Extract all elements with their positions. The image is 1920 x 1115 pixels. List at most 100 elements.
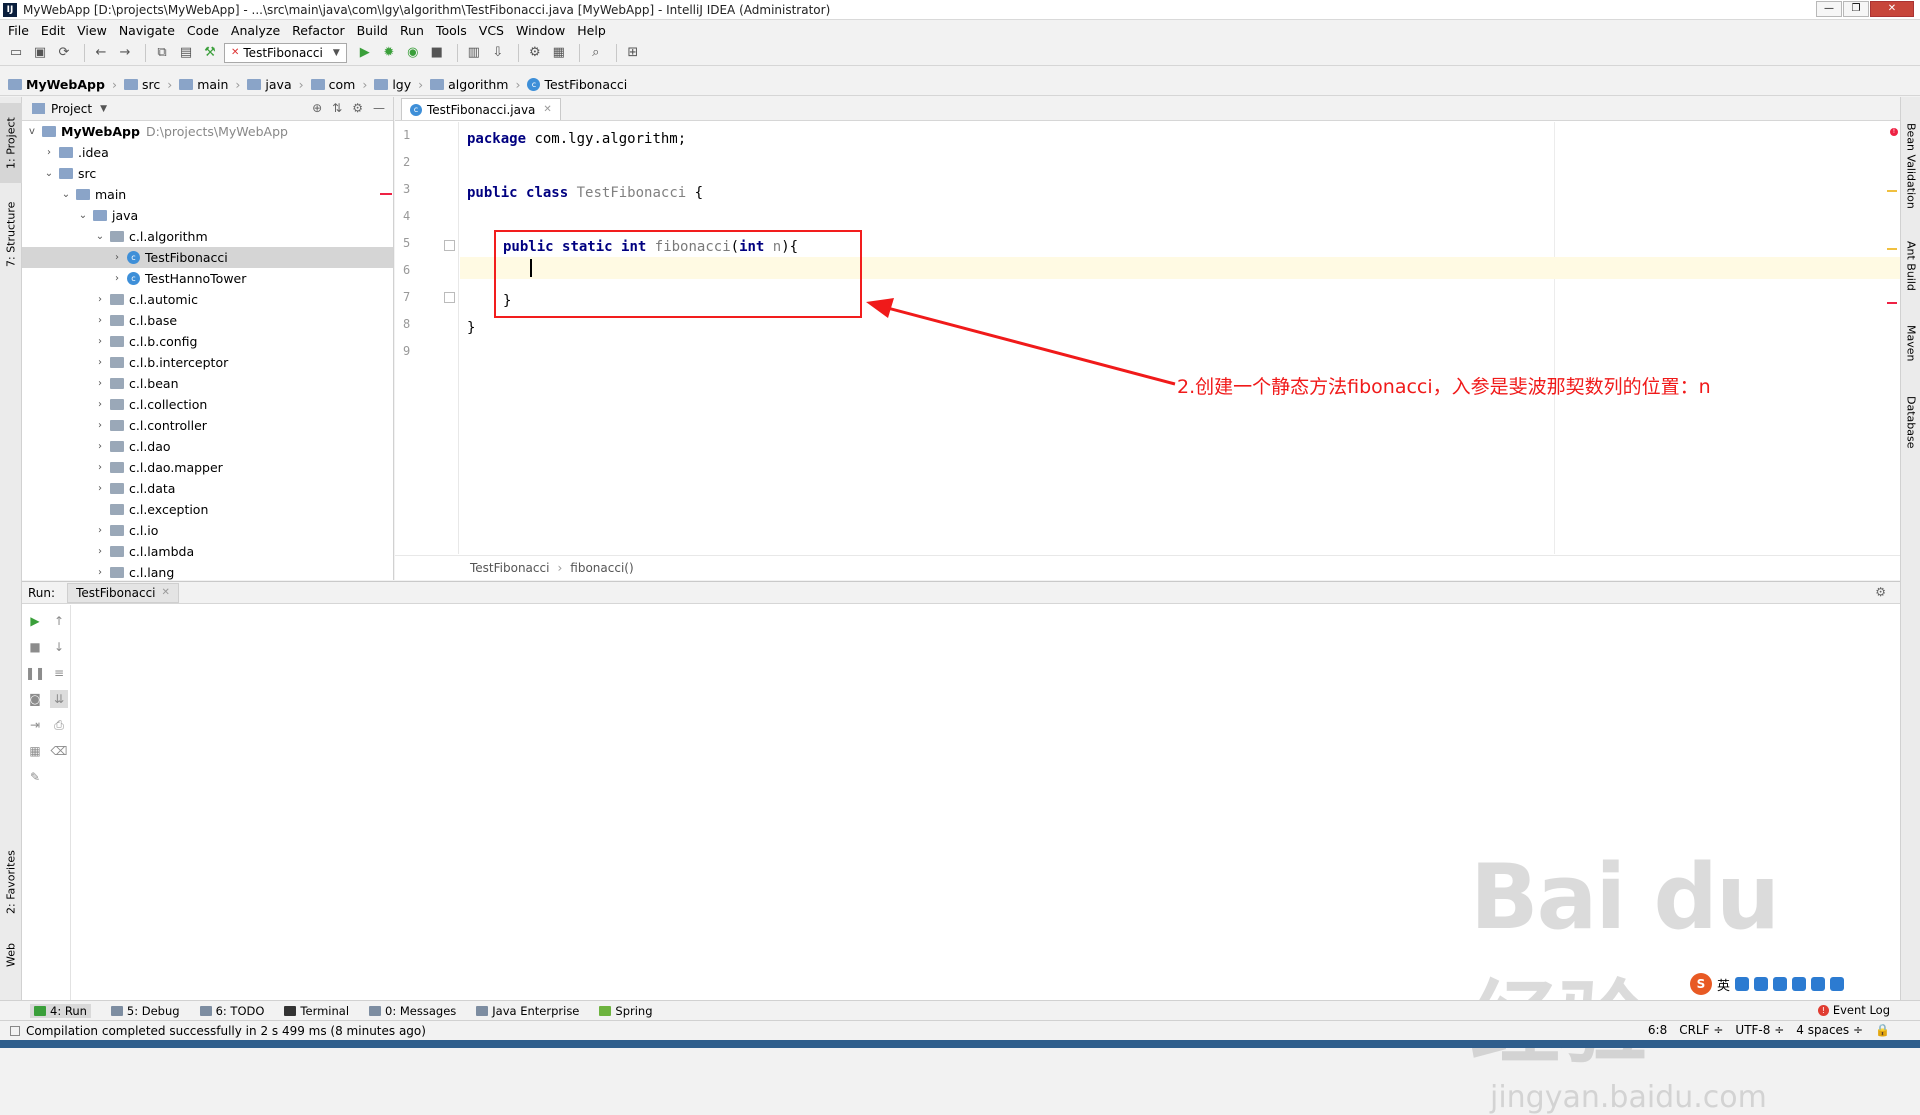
tree-item[interactable]: › c TestHannoTower [22,268,393,289]
error-indicator-icon[interactable]: ! [1890,128,1898,136]
collapsed-chevron-icon[interactable]: › [94,315,106,326]
menu-window[interactable]: Window [516,23,565,38]
pin-icon[interactable]: ✎ [26,768,44,786]
ime-mode-label[interactable]: 英 [1717,975,1730,994]
tree-item[interactable]: › c.l.automic [22,289,393,310]
expanded-chevron-icon[interactable]: ⌄ [60,189,72,200]
expanded-chevron-icon[interactable]: ⌄ [43,168,55,179]
tree-item[interactable]: ⌄ main [22,184,393,205]
run-coverage-icon[interactable]: ◉ [403,43,423,63]
trash-icon[interactable]: ⌫ [50,742,68,760]
line-separator[interactable]: CRLF ÷ [1679,1023,1723,1037]
tree-root[interactable]: v MyWebApp D:\projects\MyWebApp [22,121,393,142]
collapsed-chevron-icon[interactable]: › [94,420,106,431]
search-icon[interactable]: ⌕ [586,43,606,63]
error-stripe-mark[interactable] [1887,302,1897,304]
tab-spring[interactable]: Spring [599,1004,653,1018]
collapsed-chevron-icon[interactable]: › [94,525,106,536]
indent-setting[interactable]: 4 spaces ÷ [1796,1023,1863,1037]
lock-icon[interactable]: 🔒 [1875,1023,1890,1037]
save-all-icon[interactable]: ▣ [30,43,50,63]
scroll-to-end-icon[interactable]: ⇊ [50,690,68,708]
tab-terminal[interactable]: Terminal [284,1004,349,1018]
locate-file-icon[interactable]: ⊕ [312,101,322,115]
tree-item[interactable]: › c.l.dao [22,436,393,457]
expanded-chevron-icon[interactable]: ⌄ [94,231,106,242]
menu-build[interactable]: Build [357,23,388,38]
tree-item[interactable]: › c TestFibonacci [22,247,393,268]
close-tab-icon[interactable]: ✕ [162,587,170,598]
expand-icon[interactable]: v [26,126,38,137]
collapsed-chevron-icon[interactable]: › [111,252,123,263]
project-structure-icon[interactable]: ▥ [464,43,484,63]
maximize-button[interactable]: ❐ [1843,1,1869,17]
tab-messages[interactable]: 0: Messages [369,1004,456,1018]
tree-item[interactable]: ⌄ java [22,205,393,226]
fold-marker-icon[interactable] [444,292,455,303]
tree-item[interactable]: › c.l.controller [22,415,393,436]
breadcrumb-item[interactable]: › com [292,77,356,92]
menu-file[interactable]: File [8,23,29,38]
dump-threads-icon[interactable]: ◙ [26,690,44,708]
deploy-icon[interactable]: ⇩ [488,43,508,63]
exit-icon[interactable]: ⇥ [26,716,44,734]
collapsed-chevron-icon[interactable]: › [94,441,106,452]
hide-panel-icon[interactable]: — [373,101,385,115]
collapsed-chevron-icon[interactable]: › [94,336,106,347]
up-arrow-icon[interactable]: ↑ [50,612,68,630]
caret-position[interactable]: 6:8 [1648,1023,1667,1037]
tab-run[interactable]: 4: Run [30,1003,91,1018]
build-hammer-icon[interactable]: ⚒ [200,43,220,63]
menu-run[interactable]: Run [400,23,424,38]
tab-database[interactable]: Database [1901,387,1920,457]
gear-icon[interactable]: ⚙ [352,101,363,115]
collapsed-chevron-icon[interactable]: › [94,567,106,578]
run-tab-testfibonacci[interactable]: TestFibonacci ✕ [67,582,179,603]
warning-stripe-mark[interactable] [1887,190,1897,192]
keyboard-icon[interactable] [1792,977,1807,991]
tree-item[interactable]: c.l.exception [22,499,393,520]
gear-icon[interactable]: ⚙ [1875,585,1886,599]
stop-icon[interactable]: ■ [26,638,44,656]
punctuation-icon[interactable] [1735,977,1750,991]
run-configuration-select[interactable]: ✕ TestFibonacci ▼ [224,42,347,63]
vcs-icon[interactable]: ⊞ [623,43,643,63]
sogou-logo-icon[interactable]: S [1690,973,1712,995]
tree-item[interactable]: › c.l.b.interceptor [22,352,393,373]
tree-item[interactable]: › c.l.bean [22,373,393,394]
soft-wrap-icon[interactable]: ≡ [50,664,68,682]
menu-navigate[interactable]: Navigate [119,23,175,38]
tab-ant-build[interactable]: Ant Build [1901,231,1920,301]
project-panel-title[interactable]: Project [51,102,92,116]
back-icon[interactable]: ← [91,43,111,63]
tree-item[interactable]: ⌄ c.l.algorithm [22,226,393,247]
file-encoding[interactable]: UTF-8 ÷ [1735,1023,1784,1037]
close-window-button[interactable]: ✕ [1870,1,1914,17]
collapsed-chevron-icon[interactable]: › [94,546,106,557]
menu-vcs[interactable]: VCS [479,23,504,38]
tree-item[interactable]: › c.l.lambda [22,541,393,562]
compare-icon[interactable]: ▤ [176,43,196,63]
tree-item[interactable]: ⌄ src [22,163,393,184]
voice-icon[interactable] [1773,977,1788,991]
collapsed-chevron-icon[interactable]: › [94,462,106,473]
event-log-button[interactable]: ! Event Log [1817,1003,1890,1017]
tab-todo[interactable]: 6: TODO [199,1004,264,1018]
tab-java-enterprise[interactable]: Java Enterprise [476,1004,579,1018]
collapsed-chevron-icon[interactable]: › [111,273,123,284]
breadcrumb-item[interactable]: › lgy [355,77,411,92]
close-tab-icon[interactable]: ✕ [543,104,551,115]
menu-help[interactable]: Help [577,23,606,38]
menu-tools[interactable]: Tools [436,23,467,38]
fold-marker-icon[interactable] [444,240,455,251]
tab-debug[interactable]: 5: Debug [110,1004,180,1018]
chevron-down-icon[interactable]: ▼ [100,104,107,114]
tree-item[interactable]: › c.l.dao.mapper [22,457,393,478]
collapsed-chevron-icon[interactable]: › [94,378,106,389]
emoji-icon[interactable] [1754,977,1769,991]
tree-item[interactable]: › .idea [22,142,393,163]
recent-files-icon[interactable]: ⧉ [152,43,172,63]
stop-icon[interactable]: ■ [427,43,447,63]
collapsed-chevron-icon[interactable]: › [94,357,106,368]
settings-wrench-icon[interactable]: ⚙ [525,43,545,63]
